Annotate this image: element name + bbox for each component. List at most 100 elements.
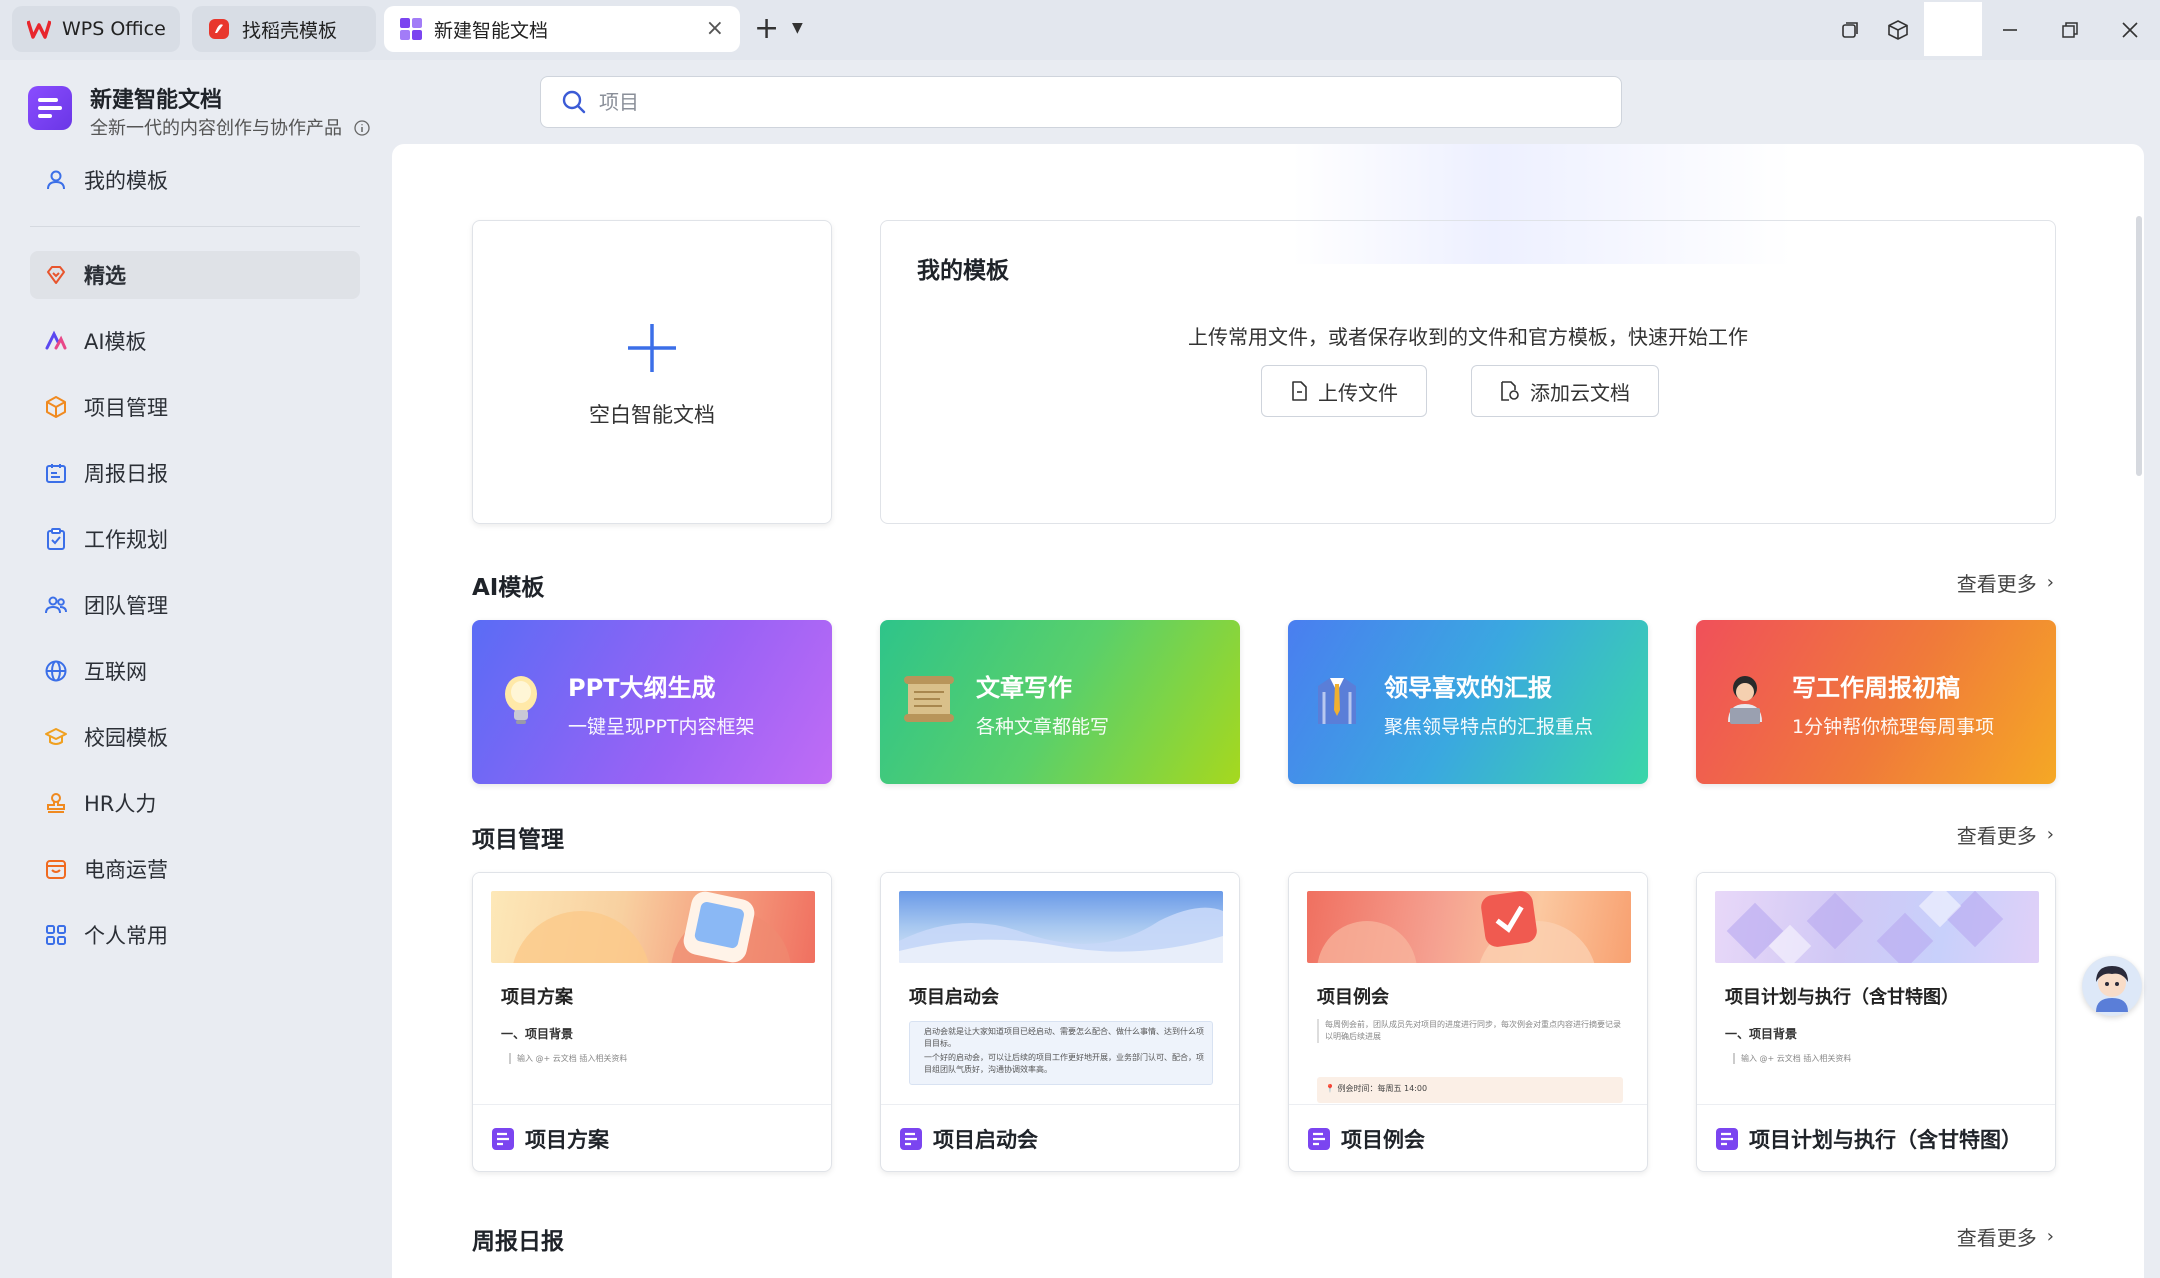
smart-doc-icon xyxy=(899,1127,923,1151)
sidebar-item-ecommerce[interactable]: 电商运营 xyxy=(30,845,360,893)
sidebar-item-ai-templates[interactable]: AI模板 xyxy=(30,317,360,365)
app-logo-icon xyxy=(28,86,72,130)
plus-icon xyxy=(626,315,678,385)
template-footer: 项目计划与执行（含甘特图） xyxy=(1697,1105,2055,1171)
ai-card-subtitle: 各种文章都能写 xyxy=(976,716,1110,738)
sidebar-item-work-planning[interactable]: 工作规划 xyxy=(30,515,360,563)
user-slot[interactable] xyxy=(1924,2,1982,56)
template-note-box: 启动会就是让大家知道项目已经启动、需要怎么配合、做什么事情、达到什么项目目标。 … xyxy=(909,1021,1213,1085)
sidebar-item-hr[interactable]: HR人力 xyxy=(30,779,360,827)
ai-card-article-writing[interactable]: 文章写作 各种文章都能写 xyxy=(880,620,1240,784)
restore-window-icon[interactable] xyxy=(1834,14,1866,46)
ai-section-title: AI模板 xyxy=(472,575,545,601)
sidebar-item-project-management[interactable]: 项目管理 xyxy=(30,383,360,431)
info-icon[interactable] xyxy=(354,120,370,141)
template-doc-title: 项目例会 xyxy=(1317,987,1389,1008)
sidebar-item-personal[interactable]: 个人常用 xyxy=(30,911,360,959)
app-title: 新建智能文档 xyxy=(90,88,223,113)
template-banner-image xyxy=(1307,891,1631,963)
my-templates-title: 我的模板 xyxy=(917,258,1009,284)
view-more-label: 查看更多 xyxy=(1956,1226,2037,1250)
sidebar-item-label: 精选 xyxy=(84,264,126,288)
add-cloud-doc-label: 添加云文档 xyxy=(1530,380,1630,405)
tab-wps-office[interactable]: WPS Office xyxy=(12,6,180,52)
team-icon xyxy=(42,591,70,619)
search-input[interactable] xyxy=(599,90,1499,114)
blank-doc-card[interactable]: 空白智能文档 xyxy=(472,220,832,524)
my-templates-card: 我的模板 上传常用文件，或者保存收到的文件和官方模板，快速开始工作 上传文件 添… xyxy=(880,220,2056,524)
sidebar-item-label: 工作规划 xyxy=(84,528,168,552)
template-preview: 项目启动会 启动会就是让大家知道项目已经启动、需要怎么配合、做什么事情、达到什么… xyxy=(881,873,1239,1105)
smart-doc-icon xyxy=(1307,1127,1331,1151)
template-doc-heading: 一、项目背景 xyxy=(501,1027,574,1041)
template-card-plan-gantt[interactable]: 项目计划与执行（含甘特图） 一、项目背景 输入 @+ 云文档 插入相关资料 项目… xyxy=(1696,872,2056,1172)
sidebar-item-campus[interactable]: 校园模板 xyxy=(30,713,360,761)
template-card-project-plan[interactable]: 项目方案 一、项目背景 输入 @+ 云文档 插入相关资料 项目方案 xyxy=(472,872,832,1172)
template-banner-image xyxy=(491,891,815,963)
sidebar-item-label: HR人力 xyxy=(84,792,157,816)
template-doc-title: 项目方案 xyxy=(501,987,573,1008)
sidebar-item-label: 我的模板 xyxy=(84,169,168,193)
sidebar-item-team-management[interactable]: 团队管理 xyxy=(30,581,360,629)
template-banner-image xyxy=(899,891,1223,963)
upload-file-button[interactable]: 上传文件 xyxy=(1261,365,1427,417)
template-card-weekly-meeting[interactable]: 项目例会 每周例会前，团队成员先对项目的进度进行同步，每次例会对重点内容进行摘要… xyxy=(1288,872,1648,1172)
chevron-right-icon: › xyxy=(2046,572,2054,593)
sidebar-item-label: 周报日报 xyxy=(84,462,168,486)
sidebar-item-internet[interactable]: 互联网 xyxy=(30,647,360,695)
ai-card-ppt-outline[interactable]: PPT大纲生成 一键呈现PPT内容框架 xyxy=(472,620,832,784)
sidebar-item-my-templates[interactable]: 我的模板 xyxy=(30,156,360,204)
calendar-icon xyxy=(42,459,70,487)
ai-card-subtitle: 1分钟帮你梳理每周事项 xyxy=(1792,716,1995,738)
my-templates-description: 上传常用文件，或者保存收到的文件和官方模板，快速开始工作 xyxy=(1188,325,1748,349)
chevron-down-icon[interactable]: ▼ xyxy=(792,20,803,36)
app-subtitle: 全新一代的内容创作与协作产品 xyxy=(90,114,370,141)
lightbulb-icon xyxy=(492,670,550,728)
sidebar-item-label: 项目管理 xyxy=(84,396,168,420)
close-window-icon[interactable] xyxy=(2114,14,2146,46)
view-more-label: 查看更多 xyxy=(1956,824,2037,848)
smart-doc-icon xyxy=(491,1127,515,1151)
assistant-avatar[interactable] xyxy=(2082,956,2142,1016)
graduation-cap-icon xyxy=(42,723,70,751)
pm-view-more-link[interactable]: 查看更多 › xyxy=(1957,820,2054,849)
add-cloud-doc-button[interactable]: 添加云文档 xyxy=(1471,365,1659,417)
ai-view-more-link[interactable]: 查看更多 › xyxy=(1957,568,2054,597)
weekly-section-title: 周报日报 xyxy=(472,1229,564,1255)
new-tab-icon[interactable]: + xyxy=(754,14,779,44)
template-card-kickoff[interactable]: 项目启动会 启动会就是让大家知道项目已经启动、需要怎么配合、做什么事情、达到什么… xyxy=(880,872,1240,1172)
ai-card-subtitle: 一键呈现PPT内容框架 xyxy=(568,716,755,738)
sidebar-item-label: 个人常用 xyxy=(84,924,168,948)
cloud-doc-icon xyxy=(1500,381,1520,401)
sidebar-item-label: AI模板 xyxy=(84,330,147,354)
tab-new-smart-doc[interactable]: 新建智能文档 × xyxy=(384,6,740,52)
app-header: 新建智能文档 全新一代的内容创作与协作产品 xyxy=(28,80,388,140)
minimize-icon[interactable] xyxy=(1994,14,2026,46)
sidebar-item-featured[interactable]: 精选 xyxy=(30,251,360,299)
ai-card-leader-report[interactable]: 领导喜欢的汇报 聚焦领导特点的汇报重点 xyxy=(1288,620,1648,784)
template-doc-hint: 输入 @+ 云文档 插入相关资料 xyxy=(1733,1053,1851,1064)
sidebar-item-label: 互联网 xyxy=(84,660,147,684)
scrollbar[interactable] xyxy=(2136,216,2142,476)
ai-card-subtitle: 聚焦领导特点的汇报重点 xyxy=(1384,716,1594,738)
main-panel: 空白智能文档 我的模板 上传常用文件，或者保存收到的文件和官方模板，快速开始工作… xyxy=(392,144,2144,1278)
search-bar[interactable] xyxy=(540,76,1622,128)
sidebar-item-weekly-daily[interactable]: 周报日报 xyxy=(30,449,360,497)
close-tab-icon[interactable]: × xyxy=(706,18,724,40)
tab-daoke-templates[interactable]: 找稻壳模板 xyxy=(192,6,376,52)
template-meeting-time: 📍 例会时间：每周五 14:00 xyxy=(1317,1077,1623,1103)
template-preview: 项目计划与执行（含甘特图） 一、项目背景 输入 @+ 云文档 插入相关资料 xyxy=(1697,873,2055,1105)
clipboard-check-icon xyxy=(42,525,70,553)
maximize-icon[interactable] xyxy=(2054,14,2086,46)
template-doc-hint: 输入 @+ 云文档 插入相关资料 xyxy=(509,1053,627,1064)
template-name: 项目方案 xyxy=(525,1128,609,1152)
ai-card-weekly-draft[interactable]: 写工作周报初稿 1分钟帮你梳理每周事项 xyxy=(1696,620,2056,784)
stamp-icon xyxy=(42,789,70,817)
template-note-line: 一个好的启动会，可以让后续的项目工作更好地开展，业务部门认可、配合，项目组团队气… xyxy=(924,1053,1204,1074)
weekly-view-more-link[interactable]: 查看更多 › xyxy=(1957,1222,2054,1251)
smart-doc-logo-icon xyxy=(398,16,424,42)
ai-card-title: PPT大纲生成 xyxy=(568,674,716,702)
wps-logo-icon xyxy=(26,16,52,42)
template-preview: 项目例会 每周例会前，团队成员先对项目的进度进行同步，每次例会对重点内容进行摘要… xyxy=(1289,873,1647,1105)
box-icon[interactable] xyxy=(1882,14,1914,46)
